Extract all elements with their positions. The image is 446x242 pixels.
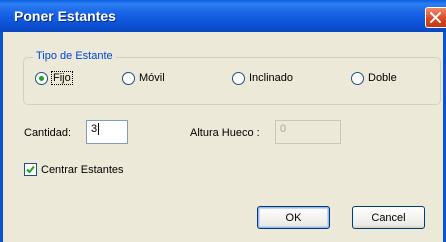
radio-doble-label: Doble <box>368 72 397 84</box>
cancel-button[interactable]: Cancel <box>352 206 425 229</box>
close-icon <box>430 12 441 23</box>
radio-unchecked-icon <box>232 71 245 85</box>
radio-fijo[interactable]: Fijo <box>35 70 73 86</box>
text-caret <box>98 123 100 136</box>
radio-inclinado-label: Inclinado <box>249 72 294 84</box>
window-border-left <box>0 32 3 242</box>
dialog-window: Poner Estantes Tipo de Estante Fijo Móvi… <box>0 0 446 242</box>
title-bar[interactable]: Poner Estantes <box>0 0 446 32</box>
radio-unchecked-icon <box>351 71 364 85</box>
altura-hueco-input[interactable]: 0 <box>275 120 341 144</box>
cantidad-value: 3 <box>91 123 98 135</box>
centrar-estantes-label: Centrar Estantes <box>41 163 124 176</box>
radio-checked-icon <box>35 71 48 85</box>
tipo-estante-legend: Tipo de Estante <box>33 50 116 62</box>
window-title: Poner Estantes <box>14 8 116 24</box>
cantidad-label: Cantidad: <box>24 127 72 139</box>
radio-fijo-label: Fijo <box>51 71 73 85</box>
altura-hueco-value: 0 <box>280 123 287 135</box>
altura-hueco-label: Altura Hueco : <box>190 127 260 139</box>
cantidad-input[interactable]: 3 <box>86 120 128 144</box>
centrar-estantes-checkbox[interactable]: Centrar Estantes <box>24 163 124 176</box>
radio-doble[interactable]: Doble <box>351 70 397 86</box>
ok-button[interactable]: OK <box>257 206 330 229</box>
radio-movil-label: Móvil <box>139 72 165 84</box>
close-button[interactable] <box>425 7 446 28</box>
checkmark-icon <box>26 165 35 174</box>
radio-unchecked-icon <box>122 71 135 85</box>
radio-inclinado[interactable]: Inclinado <box>232 70 293 86</box>
checkbox-checked-icon <box>24 163 37 176</box>
radio-movil[interactable]: Móvil <box>122 70 165 86</box>
